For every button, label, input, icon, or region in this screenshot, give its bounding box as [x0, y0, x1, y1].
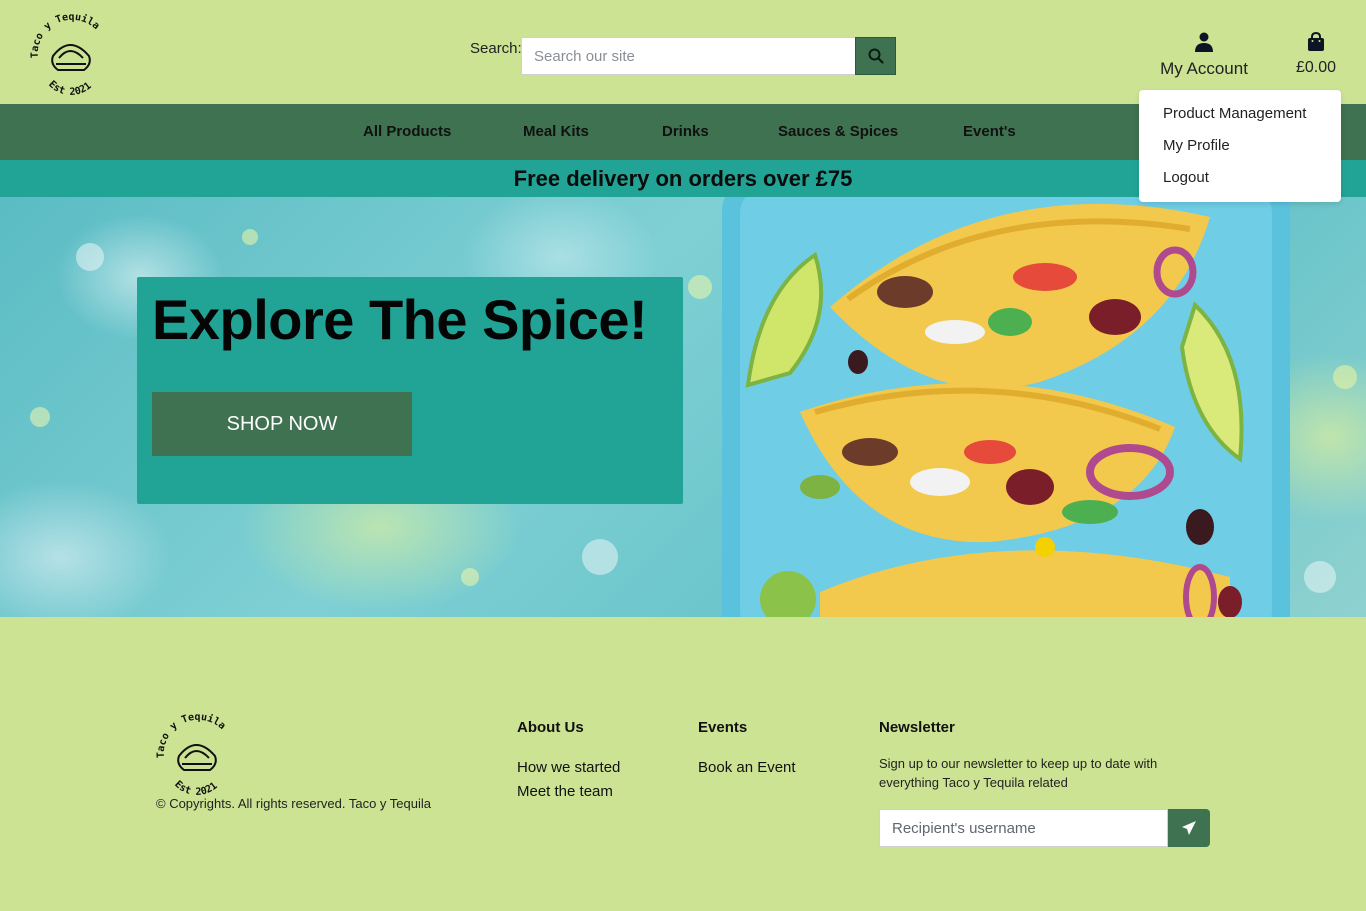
svg-text:Est 2021: Est 2021	[46, 79, 93, 98]
shopping-bag-link[interactable]: £0.00	[1290, 31, 1342, 77]
link-book-an-event[interactable]: Book an Event	[698, 759, 796, 776]
user-icon	[1195, 32, 1213, 52]
hero-section: Explore The Spice! SHOP NOW	[0, 197, 1366, 617]
newsletter-email-input[interactable]	[879, 809, 1168, 847]
shop-now-button[interactable]: SHOP NOW	[152, 392, 412, 456]
my-account-label: My Account	[1160, 59, 1248, 78]
magnifier-icon	[868, 48, 884, 64]
copyright-text: © Copyrights. All rights reserved. Taco …	[156, 796, 432, 811]
menu-item-product-management[interactable]: Product Management	[1163, 105, 1306, 122]
footer-logo[interactable]: Taco y Tequila Est 2021	[152, 712, 242, 798]
hero-title: Explore The Spice!	[152, 288, 648, 351]
events-heading: Events	[698, 719, 748, 736]
about-us-heading: About Us	[517, 719, 584, 736]
search-input[interactable]	[521, 37, 855, 75]
newsletter-heading: Newsletter	[879, 719, 955, 736]
paper-plane-icon	[1182, 821, 1196, 835]
link-how-we-started[interactable]: How we started	[517, 759, 620, 776]
nav-item-sauces-spices[interactable]: Sauces & Spices	[778, 123, 898, 140]
link-meet-the-team[interactable]: Meet the team	[517, 783, 613, 800]
newsletter-description: Sign up to our newsletter to keep up to …	[879, 756, 1158, 790]
site-logo[interactable]: Taco y Tequila Est 2021	[26, 12, 116, 98]
menu-item-my-profile[interactable]: My Profile	[1163, 137, 1230, 154]
my-account-link[interactable]: My Account	[1148, 32, 1260, 79]
search-button[interactable]	[855, 37, 896, 75]
newsletter-submit-button[interactable]	[1168, 809, 1210, 847]
nav-item-drinks[interactable]: Drinks	[662, 123, 709, 140]
search-label: Search:	[470, 40, 522, 57]
nav-item-events[interactable]: Event's	[963, 123, 1016, 140]
menu-item-logout[interactable]: Logout	[1163, 169, 1209, 186]
bag-total: £0.00	[1295, 59, 1337, 76]
nav-item-meal-kits[interactable]: Meal Kits	[523, 123, 589, 140]
shopping-bag-icon	[1308, 31, 1324, 51]
nav-item-all-products[interactable]: All Products	[363, 123, 451, 140]
hero-card: Explore The Spice! SHOP NOW	[137, 277, 683, 504]
site-header: Taco y Tequila Est 2021 Search: My Accou…	[0, 0, 1366, 104]
account-dropdown-menu: Product Management My Profile Logout	[1139, 90, 1341, 202]
